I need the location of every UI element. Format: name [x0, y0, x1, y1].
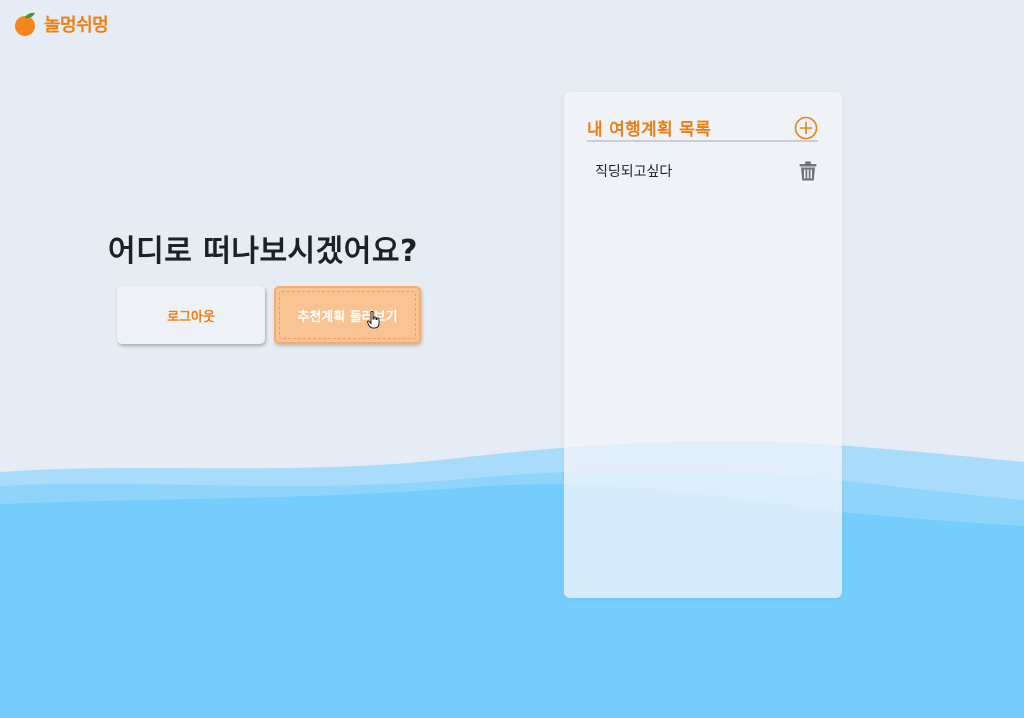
plan-list-item[interactable]: 직딩되고싶다	[595, 158, 817, 184]
panel-title: 내 여행계획 목록	[587, 120, 712, 140]
logout-button[interactable]: 로그아웃	[117, 286, 265, 344]
trash-icon[interactable]	[799, 161, 817, 181]
hand-pointer-cursor-icon	[367, 311, 380, 329]
my-travel-plans-panel: 내 여행계획 목록 직딩되고싶다	[564, 92, 842, 598]
panel-header: 내 여행계획 목록	[587, 104, 818, 142]
browse-recommended-plans-button[interactable]: 추천계획 둘러보기	[274, 286, 421, 344]
orange-fruit-icon	[15, 12, 35, 36]
plan-name[interactable]: 직딩되고싶다	[595, 161, 672, 181]
page-title: 어디로 떠나보시겠어요?	[108, 234, 418, 269]
app-name: 놀멍쉬멍	[44, 15, 109, 36]
wave-background	[0, 441, 1024, 718]
plus-circle-icon[interactable]	[794, 116, 818, 140]
app-logo[interactable]: 놀멍쉬멍	[14, 10, 109, 38]
